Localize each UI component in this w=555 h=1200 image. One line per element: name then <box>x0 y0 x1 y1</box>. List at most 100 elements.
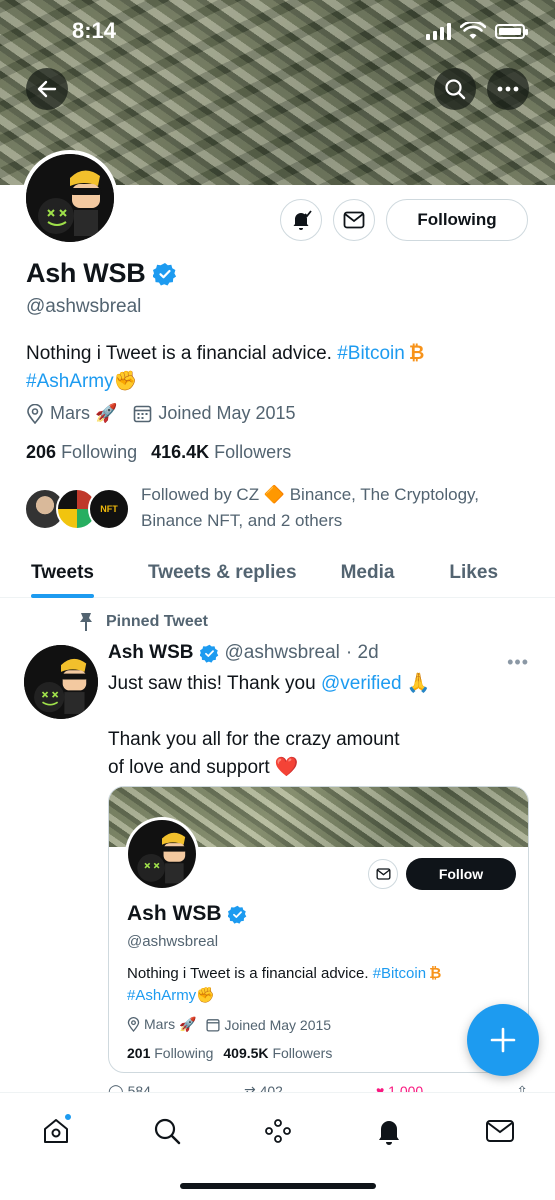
tab-tweets-replies[interactable]: Tweets & replies <box>148 548 297 598</box>
card-followers-label: Followers <box>272 1045 333 1061</box>
pin-icon <box>80 613 92 631</box>
status-time: 8:14 <box>72 18 117 43</box>
pinned-label: Pinned Tweet <box>106 613 208 630</box>
battery-icon <box>495 23 528 39</box>
followed-by-text: Followed by CZ 🔶 Binance, The Cryptology… <box>141 485 480 530</box>
search-button[interactable] <box>434 68 476 110</box>
profile-actions: Following <box>280 199 528 241</box>
followed-by-section[interactable]: NFT Followed by CZ 🔶 Binance, The Crypto… <box>24 482 534 534</box>
more-options-button[interactable] <box>487 68 529 110</box>
search-icon <box>154 1118 180 1145</box>
tab-media[interactable]: Media <box>341 548 395 598</box>
card-followers-count: 409.5K <box>223 1045 269 1061</box>
compose-tweet-button[interactable] <box>467 1004 539 1076</box>
tweet-author-name[interactable]: Ash WSB <box>108 642 194 664</box>
card-joined: Joined May 2015 <box>206 1016 331 1033</box>
card-handle: @ashwsbreal <box>127 933 219 950</box>
bell-check-icon <box>293 210 312 230</box>
verified-badge-icon <box>199 644 218 663</box>
avatar-image <box>128 820 196 888</box>
joined-item: Joined May 2015 <box>133 403 296 424</box>
pinned-indicator: Pinned Tweet <box>78 612 208 632</box>
tweet-author-handle: @ashwsbreal <box>224 642 340 663</box>
notifications-toggle-button[interactable] <box>280 199 322 241</box>
spaces-icon <box>264 1119 291 1143</box>
profile-tabs: Tweets Tweets & replies Media Likes <box>0 548 555 598</box>
location-pin-icon <box>127 1017 140 1032</box>
tweet-text: Just saw this! Thank you @verified 🙏 Tha… <box>108 670 528 782</box>
nav-messages[interactable] <box>480 1111 520 1151</box>
nav-home[interactable] <box>36 1111 76 1151</box>
location-item: Mars 🚀 <box>26 403 117 424</box>
following-link[interactable]: 206 Following <box>26 442 137 463</box>
card-name: Ash WSB <box>127 902 222 925</box>
profile-meta: Mars 🚀 Joined May 2015 <box>26 403 296 424</box>
card-follow-button: Follow <box>406 858 516 890</box>
hashtag-bitcoin[interactable]: #Bitcoin <box>337 343 405 364</box>
fist-emoji: ✊ <box>196 987 215 1004</box>
follow-counts: 206 Following 416.4K Followers <box>26 442 291 463</box>
following-label: Following <box>61 442 138 462</box>
search-icon <box>445 79 466 100</box>
tab-likes[interactable]: Likes <box>449 548 498 598</box>
card-counts: 201 Following 409.5K Followers <box>127 1045 332 1061</box>
following-button[interactable]: Following <box>386 199 528 241</box>
card-hashtag-asharmy: #AshArmy <box>127 987 197 1004</box>
joined-text: Joined May 2015 <box>158 403 296 423</box>
home-indicator <box>180 1183 376 1189</box>
tweet-media-card[interactable]: Follow Ash WSB @ashwsbreal Nothing i Twe… <box>108 786 529 1073</box>
profile-name-row: Ash WSB <box>26 258 177 289</box>
follower-avatar-binance-nft: NFT <box>88 488 130 530</box>
status-icons <box>426 22 528 40</box>
back-button[interactable] <box>26 68 68 110</box>
messages-icon <box>485 1120 514 1142</box>
card-bio: Nothing i Tweet is a financial advice. #… <box>127 963 517 1007</box>
status-bar: 8:14 <box>0 14 555 54</box>
bitcoin-icon: ₿ <box>429 965 442 982</box>
message-button[interactable] <box>333 199 375 241</box>
fist-emoji: ✊ <box>113 371 138 392</box>
card-meta: Mars 🚀 Joined May 2015 <box>127 1016 331 1033</box>
pray-emoji: 🙏 <box>406 673 431 694</box>
calendar-icon <box>134 405 152 423</box>
followers-count: 416.4K <box>151 442 210 462</box>
profile-handle: @ashwsbreal <box>26 296 142 317</box>
arrow-left-icon <box>37 80 57 98</box>
bio-text: Nothing i Tweet is a financial advice. <box>26 343 338 364</box>
verified-badge-icon <box>227 905 246 924</box>
following-count: 206 <box>26 442 57 462</box>
profile-avatar[interactable] <box>22 150 118 246</box>
tweet-author-avatar[interactable] <box>24 645 98 719</box>
cellular-signal-icon <box>426 22 451 40</box>
card-bio-text: Nothing i Tweet is a financial advice. <box>127 965 373 982</box>
hashtag-asharmy[interactable]: #AshArmy <box>26 371 114 392</box>
location-pin-icon <box>27 403 43 424</box>
mention-verified[interactable]: @verified <box>321 673 402 694</box>
tweet-time: · 2d <box>345 642 379 663</box>
nav-spaces[interactable] <box>258 1111 298 1151</box>
location-text: Mars 🚀 <box>50 403 118 423</box>
more-horizontal-icon <box>497 86 519 92</box>
card-location-text: Mars 🚀 <box>144 1016 197 1032</box>
card-message-button <box>368 859 398 889</box>
card-following-label: Following <box>154 1045 214 1061</box>
card-name-row: Ash WSB <box>127 902 247 926</box>
followers-label: Followers <box>214 442 292 462</box>
calendar-icon <box>206 1018 220 1032</box>
nav-search[interactable] <box>147 1111 187 1151</box>
plus-icon <box>490 1027 516 1053</box>
card-location: Mars 🚀 <box>127 1016 196 1033</box>
verified-badge-icon <box>153 262 177 285</box>
tweet-text-line1: Just saw this! Thank you <box>108 673 321 694</box>
tab-tweets[interactable]: Tweets <box>31 548 95 598</box>
followers-link[interactable]: 416.4K Followers <box>151 442 291 463</box>
avatar-image <box>26 154 114 242</box>
card-hashtag-bitcoin: #Bitcoin <box>372 965 427 982</box>
tweet-text-para2: Thank you all for the crazy amount of lo… <box>108 729 400 778</box>
notifications-icon <box>378 1121 399 1145</box>
nav-notifications[interactable] <box>369 1111 409 1151</box>
profile-name: Ash WSB <box>26 258 146 288</box>
card-avatar <box>125 817 199 891</box>
card-following-count: 201 <box>127 1045 151 1061</box>
wifi-icon <box>460 22 486 39</box>
